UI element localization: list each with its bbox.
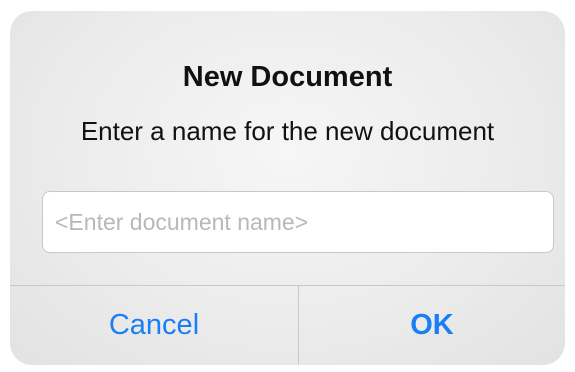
document-name-input[interactable] <box>42 191 554 253</box>
new-document-dialog: New Document Enter a name for the new do… <box>10 11 565 365</box>
ok-button[interactable]: OK <box>299 286 565 365</box>
cancel-button[interactable]: Cancel <box>10 286 298 365</box>
dialog-message: Enter a name for the new document <box>80 116 495 146</box>
dialog-title: New Document <box>182 61 393 93</box>
